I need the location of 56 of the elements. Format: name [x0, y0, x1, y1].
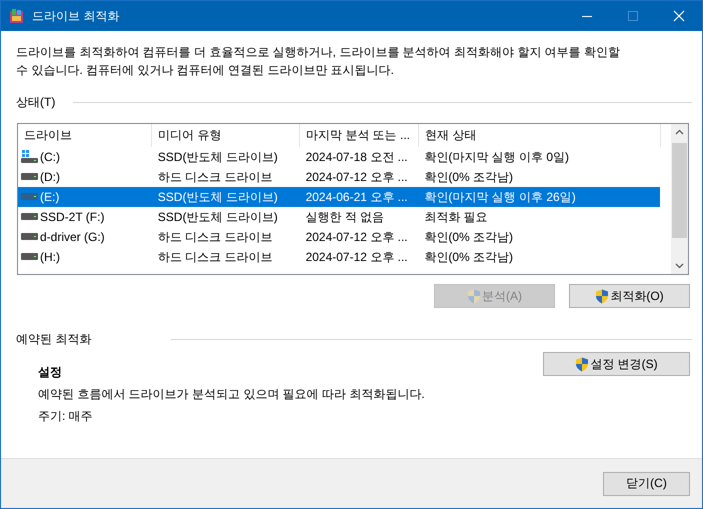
- drive-name: d-driver (G:): [40, 230, 105, 244]
- drive-name: (C:): [40, 150, 60, 164]
- drive-status: 확인(0% 조각남): [424, 170, 514, 184]
- section-label: 상태(T): [16, 94, 56, 110]
- system-drive-icon: [21, 150, 38, 164]
- drive-icon: [21, 193, 38, 201]
- column-header[interactable]: 현재 상태: [419, 124, 661, 147]
- drive-name: (D:): [40, 170, 60, 184]
- drive-row[interactable]: (D:) 하드 디스크 드라이브 2024-07-12 오후 ... 확인(0% 조각남): [18, 167, 660, 187]
- last-run: 2024-06-21 오후 ...: [306, 190, 408, 204]
- drive-icon: [21, 213, 38, 221]
- drive-row[interactable]: SSD-2T (F:) SSD(반도체 드라이브) 실행한 적 없음 최적화 필요: [18, 207, 660, 227]
- change-settings-button[interactable]: 설정 변경(S): [543, 352, 690, 376]
- frequency-text: 주기: 매주: [38, 408, 94, 424]
- drive-row[interactable]: (H:) 하드 디스크 드라이브 2024-07-12 오후 ... 확인(0% 조각남): [18, 247, 660, 267]
- drive-row[interactable]: d-driver (G:) 하드 디스크 드라이브 2024-07-12 오후 ... 확인(0% 조각남): [18, 227, 660, 247]
- last-run: 2024-07-12 오후 ...: [306, 230, 408, 244]
- section-label: 예약된 최적화: [16, 330, 92, 348]
- column-header[interactable]: 드라이브: [18, 124, 152, 147]
- media-type: SSD(반도체 드라이브): [158, 210, 278, 224]
- drive-status: 확인(0% 조각남): [424, 230, 514, 244]
- media-type: 하드 디스크 드라이브: [158, 170, 272, 184]
- close-button[interactable]: 닫기(C): [603, 472, 690, 496]
- shield-icon: [467, 288, 481, 304]
- drive-status: 확인(마지막 실행 이후 26일): [424, 190, 576, 204]
- last-run: 2024-07-18 오전 ...: [306, 150, 408, 164]
- media-type: 하드 디스크 드라이브: [158, 230, 272, 244]
- drive-icon: [21, 173, 38, 181]
- media-type: SSD(반도체 드라이브): [158, 150, 278, 164]
- settings-heading: 설정: [38, 364, 63, 380]
- scrollbar[interactable]: [671, 124, 688, 274]
- description-text: 드라이브를 최적화하여 컴퓨터를 더 효율적으로 실행하거나, 드라이브를 분석하여 최적화해야 할지 여부를 확인할 수 있습니다. 컴퓨터에 있거나 컴퓨터에 연결된 드라이브만 표시됩니다.: [16, 44, 622, 79]
- scrollbar-thumb[interactable]: [672, 143, 687, 238]
- drive-icon: [21, 233, 38, 241]
- drive-status: 확인(마지막 실행 이후 0일): [424, 150, 570, 164]
- drive-name: (E:): [40, 190, 60, 204]
- last-run: 실행한 적 없음: [306, 210, 384, 224]
- shield-icon: [595, 288, 610, 304]
- media-type: 하드 디스크 드라이브: [158, 250, 272, 264]
- drive-row[interactable]: (E:) SSD(반도체 드라이브) 2024-06-21 오후 ... 확인(마지막 실행 이후 26일): [18, 187, 660, 207]
- app-icon: [9, 8, 25, 24]
- column-header[interactable]: 미디어 유형: [152, 124, 300, 147]
- drive-status: 확인(0% 조각남): [424, 250, 514, 264]
- last-run: 2024-07-12 오후 ...: [306, 170, 408, 184]
- last-run: 2024-07-12 오후 ...: [306, 250, 408, 264]
- drive-name: (H:): [40, 250, 60, 264]
- drive-status: 최적화 필요: [424, 210, 488, 224]
- media-type: SSD(반도체 드라이브): [158, 190, 278, 204]
- optimize-button[interactable]: 최적화(O): [569, 284, 690, 308]
- schedule-description: 예약된 흐름에서 드라이브가 분석되고 있으며 필요에 따라 최적화됩니다.: [38, 386, 426, 402]
- drive-icon: [21, 253, 38, 261]
- column-header[interactable]: 마지막 분석 또는 ...: [300, 124, 419, 147]
- window-title: 드라이브 최적화: [32, 8, 120, 24]
- drive-row[interactable]: (C:) SSD(반도체 드라이브) 2024-07-18 오전 ... 확인(마지막 실행 이후 0일): [18, 147, 660, 167]
- shield-icon: [575, 356, 590, 372]
- drive-name: SSD-2T (F:): [40, 210, 104, 224]
